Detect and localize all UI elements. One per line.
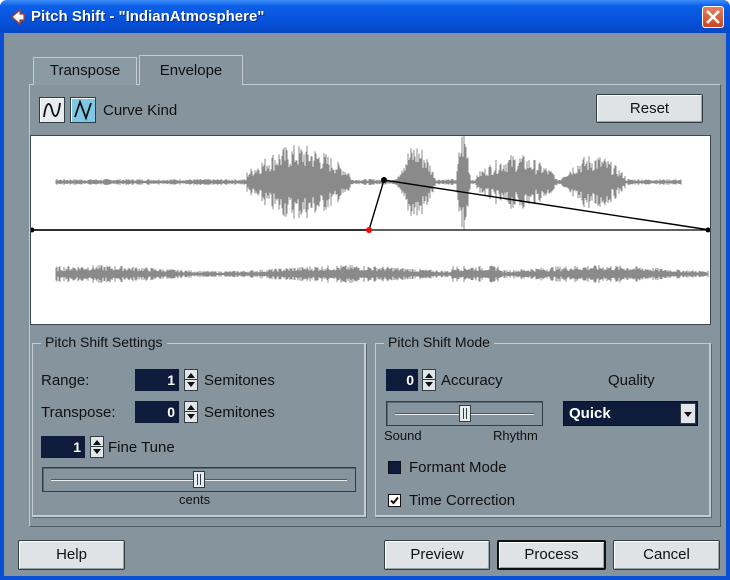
process-button[interactable]: Process — [497, 540, 606, 570]
accuracy-slider[interactable] — [386, 401, 543, 426]
fine-tune-slider-thumb[interactable] — [193, 471, 205, 488]
cancel-button[interactable]: Cancel — [613, 540, 720, 570]
waveform-channel-bottom — [55, 265, 709, 283]
quality-label: Quality — [608, 372, 655, 389]
tab-transpose[interactable]: Transpose — [33, 57, 137, 85]
help-button-label: Help — [56, 546, 87, 563]
accuracy-value-field[interactable]: 0 — [386, 369, 418, 391]
window-title: Pitch Shift - "IndianAtmosphere" — [31, 8, 265, 25]
envelope-point-selected — [366, 227, 372, 233]
sound-label: Sound — [384, 428, 422, 443]
range-value-field[interactable]: 1 — [135, 369, 179, 391]
tab-envelope-label: Envelope — [159, 62, 223, 79]
chevron-down-icon[interactable] — [680, 403, 696, 424]
spline-curve-button[interactable] — [39, 97, 65, 123]
envelope-point-end — [705, 227, 710, 233]
range-label: Range: — [41, 372, 90, 389]
fine-tune-slider[interactable] — [42, 467, 356, 492]
cubase-app-icon — [11, 8, 25, 26]
pitch-shift-dialog: Pitch Shift - "IndianAtmosphere" Transpo… — [0, 0, 730, 580]
formant-mode-checkbox[interactable] — [388, 461, 401, 474]
curve-kind-label: Curve Kind — [103, 102, 178, 119]
spline-curve-icon — [43, 102, 61, 118]
formant-mode-label: Formant Mode — [409, 459, 507, 476]
time-correction-checkbox[interactable] — [388, 494, 401, 507]
tab-envelope[interactable]: Envelope — [139, 55, 243, 85]
pitch-shift-settings-title: Pitch Shift Settings — [41, 334, 167, 350]
reset-button-label: Reset — [629, 100, 670, 117]
envelope-point-start — [31, 227, 35, 233]
tab-transpose-label: Transpose — [49, 62, 121, 79]
checkmark-icon — [390, 496, 399, 505]
transpose-spinner[interactable] — [184, 401, 198, 423]
fine-tune-spinner[interactable] — [90, 436, 104, 458]
linear-curve-icon — [74, 99, 92, 121]
fine-tune-label: Fine Tune — [108, 439, 175, 456]
help-button[interactable]: Help — [18, 540, 125, 570]
quality-select[interactable]: Quick — [563, 401, 698, 426]
range-spinner[interactable] — [184, 369, 198, 391]
pitch-shift-mode-title: Pitch Shift Mode — [384, 334, 494, 350]
range-unit-label: Semitones — [204, 372, 275, 389]
envelope-point-peak — [381, 177, 387, 183]
title-bar[interactable]: Pitch Shift - "IndianAtmosphere" — [0, 0, 730, 33]
process-button-label: Process — [524, 546, 579, 563]
linear-curve-button[interactable] — [70, 97, 96, 123]
cancel-button-label: Cancel — [643, 546, 690, 563]
reset-button[interactable]: Reset — [596, 94, 703, 123]
time-correction-label: Time Correction — [409, 492, 516, 509]
fine-tune-value-field[interactable]: 1 — [41, 436, 85, 458]
close-button[interactable] — [702, 6, 724, 28]
preview-button[interactable]: Preview — [384, 540, 490, 570]
waveform-svg — [31, 136, 710, 283]
cents-label: cents — [179, 492, 211, 507]
close-icon — [706, 10, 720, 24]
waveform-channel-top — [55, 136, 682, 230]
transpose-value-field[interactable]: 0 — [135, 401, 179, 423]
rhythm-label: Rhythm — [493, 428, 538, 443]
transpose-label: Transpose: — [41, 404, 116, 421]
accuracy-spinner[interactable] — [422, 369, 436, 391]
preview-button-label: Preview — [410, 546, 464, 563]
transpose-unit-label: Semitones — [204, 404, 275, 421]
accuracy-slider-thumb[interactable] — [459, 405, 471, 422]
quality-selected-value: Quick — [569, 405, 611, 422]
accuracy-label: Accuracy — [441, 372, 503, 389]
envelope-waveform-display[interactable] — [30, 135, 711, 325]
